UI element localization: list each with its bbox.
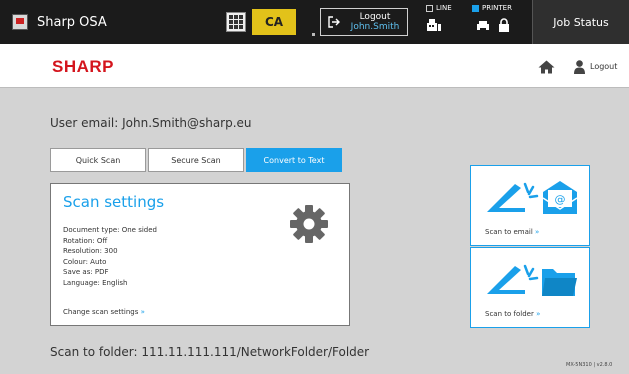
setting-save-as: Save as: PDF: [63, 268, 109, 276]
scan-to-folder-label: Scan to folder: [485, 310, 534, 318]
scan-settings-list: Document type: One sided Rotation: Off R…: [63, 225, 157, 288]
printer-icon: [477, 21, 489, 31]
scan-to-folder-tile[interactable]: Scan to folder »: [470, 247, 590, 328]
user-email: User email: John.Smith@sharp.eu: [50, 116, 252, 130]
setting-resolution: Resolution: 300: [63, 247, 118, 255]
top-logout-label: Logout: [359, 12, 391, 22]
top-logout-button[interactable]: Logout John.Smith: [320, 8, 408, 36]
printer-status: PRINTER: [472, 4, 530, 40]
chevron-right-icon: »: [535, 228, 540, 236]
scan-to-email-label: Scan to email: [485, 228, 533, 236]
line-indicator-icon: [426, 4, 433, 12]
scan-to-email-icon: @: [487, 181, 578, 214]
tab-quick-scan[interactable]: Quick Scan: [50, 148, 146, 172]
chevron-right-icon: »: [140, 308, 145, 316]
line-label: LINE: [436, 4, 452, 12]
app-title-area: Sharp OSA: [12, 9, 212, 35]
home-icon[interactable]: [538, 60, 555, 74]
printer-label: PRINTER: [482, 4, 512, 12]
chevron-right-icon: »: [536, 310, 541, 318]
sharp-logo: SHARP: [52, 57, 115, 76]
logout-icon: [328, 16, 340, 28]
scan-to-folder-icon: [487, 264, 577, 296]
app-title: Sharp OSA: [37, 14, 107, 30]
language-button[interactable]: CA: [252, 9, 296, 35]
tab-convert-to-text[interactable]: Convert to Text: [246, 148, 342, 172]
fax-icon: [427, 19, 441, 31]
change-scan-settings-link[interactable]: Change scan settings »: [63, 308, 145, 316]
scan-to-folder-path: Scan to folder: 111.11.111.111/NetworkFo…: [50, 345, 370, 359]
scan-settings-title: Scan settings: [63, 193, 165, 211]
dot-indicator: [312, 33, 315, 36]
setting-document-type: Document type: One sided: [63, 226, 157, 234]
change-scan-settings-label: Change scan settings: [63, 308, 139, 316]
model-version: MX-5N310 | v2.8.0: [566, 362, 613, 368]
tab-secure-scan[interactable]: Secure Scan: [148, 148, 244, 172]
setting-language: Language: English: [63, 278, 128, 287]
header: SHARP Logout: [0, 44, 629, 88]
lock-icon: [499, 18, 509, 32]
scan-settings-card: Scan settings Document type: One sided R…: [50, 183, 350, 326]
setting-rotation: Rotation: Off: [63, 236, 108, 245]
setting-colour: Colour: Auto: [63, 257, 107, 266]
user-icon[interactable]: [574, 60, 585, 74]
job-status-button[interactable]: Job Status: [532, 0, 629, 44]
scan-mode-tabs: Quick Scan Secure Scan Convert to Text: [50, 148, 342, 172]
logged-in-user: John.Smith: [350, 22, 400, 32]
svg-text:@: @: [555, 193, 566, 206]
header-logout-link[interactable]: Logout: [590, 62, 617, 71]
gear-icon[interactable]: [289, 204, 329, 244]
keypad-icon[interactable]: [226, 12, 246, 32]
top-bar: Sharp OSA CA Logout John.Smith LINE PRIN…: [0, 0, 629, 44]
app-icon: [12, 14, 28, 30]
line-status: LINE: [426, 4, 460, 40]
printer-indicator-icon: [472, 4, 479, 12]
scan-to-email-tile[interactable]: @ Scan to email »: [470, 165, 590, 246]
